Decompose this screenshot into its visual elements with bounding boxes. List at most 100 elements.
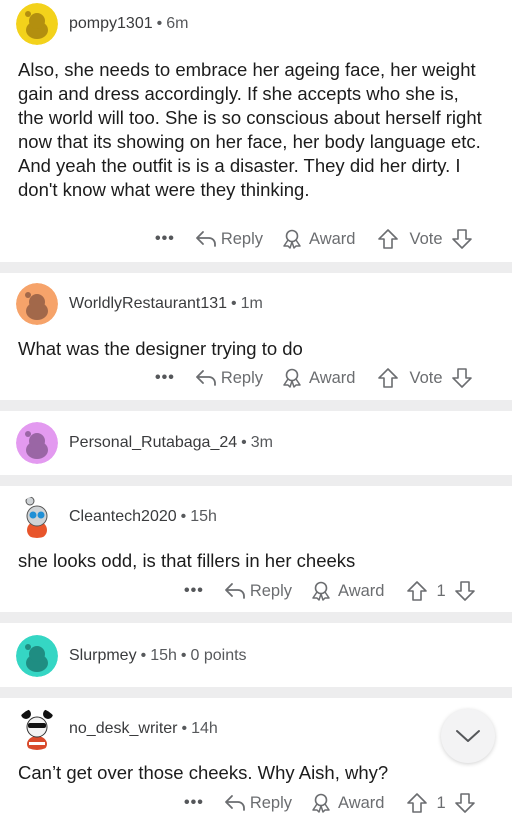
reply-label: Reply bbox=[220, 229, 263, 248]
reply-arrow-icon bbox=[195, 370, 216, 386]
comment-meta: no_desk_writer • 14h bbox=[69, 720, 218, 738]
more-options-button[interactable]: ••• bbox=[184, 582, 204, 600]
upvote-button[interactable] bbox=[406, 792, 428, 814]
downvote-arrow-icon bbox=[451, 229, 472, 249]
award-button[interactable]: Award bbox=[310, 581, 384, 601]
avatar[interactable] bbox=[16, 496, 58, 538]
scroll-down-button[interactable] bbox=[441, 709, 495, 763]
more-options-button[interactable]: ••• bbox=[155, 369, 175, 387]
comment-5-collapsed[interactable]: Slurpmey • 15h • 0 points bbox=[0, 623, 512, 687]
reply-button[interactable]: Reply bbox=[224, 794, 292, 813]
upvote-arrow-icon bbox=[378, 229, 399, 249]
downvote-button[interactable] bbox=[451, 228, 473, 250]
reply-arrow-icon bbox=[224, 583, 245, 599]
avatar[interactable] bbox=[16, 283, 58, 325]
award-button[interactable]: Award bbox=[281, 229, 355, 249]
timestamp: 15h bbox=[150, 647, 177, 664]
award-icon bbox=[312, 581, 330, 601]
downvote-button[interactable] bbox=[454, 792, 476, 814]
comment-actions: ••• Reply Award 1 bbox=[184, 788, 476, 818]
award-label: Award bbox=[338, 793, 385, 812]
timestamp: 1m bbox=[240, 295, 263, 312]
comment-3-collapsed[interactable]: Personal_Rutabaga_24 • 3m bbox=[0, 411, 512, 475]
avatar[interactable] bbox=[16, 422, 58, 464]
downvote-button[interactable] bbox=[454, 580, 476, 602]
award-button[interactable]: Award bbox=[310, 793, 384, 813]
award-label: Award bbox=[338, 581, 385, 600]
comment-4: Cleantech2020 • 15h she looks odd, is that… bbox=[0, 486, 512, 612]
avatar[interactable] bbox=[16, 708, 58, 750]
comment-1: pompy1301 • 6m Also, she needs to embrace … bbox=[0, 0, 512, 262]
comment-body: What was the designer trying to do bbox=[18, 338, 303, 359]
timestamp: 3m bbox=[250, 434, 273, 451]
comment-actions: ••• Reply Award Vote bbox=[155, 224, 473, 254]
username[interactable]: Slurpmey bbox=[69, 647, 137, 664]
award-icon bbox=[283, 368, 301, 388]
snoo-avatar-icon bbox=[16, 635, 58, 677]
comment-separator bbox=[0, 262, 512, 273]
meta-separator: • bbox=[180, 508, 187, 525]
upvote-arrow-icon bbox=[407, 581, 428, 601]
reply-arrow-icon bbox=[195, 231, 216, 247]
more-options-button[interactable]: ••• bbox=[155, 230, 175, 248]
reply-button[interactable]: Reply bbox=[195, 369, 263, 388]
comment-2: WorldlyRestaurant131 • 1m What was the des… bbox=[0, 273, 512, 400]
downvote-arrow-icon bbox=[451, 368, 472, 388]
username[interactable]: Personal_Rutabaga_24 bbox=[69, 434, 237, 451]
username[interactable]: Cleantech2020 bbox=[69, 508, 177, 525]
downvote-arrow-icon bbox=[454, 581, 475, 601]
reply-arrow-icon bbox=[224, 795, 245, 811]
meta-separator: • bbox=[180, 647, 187, 664]
comment-meta: pompy1301 • 6m bbox=[69, 15, 188, 33]
award-label: Award bbox=[309, 368, 356, 387]
more-options-button[interactable]: ••• bbox=[184, 794, 204, 812]
comment-6: no_desk_writer • 14h Can’t get over those … bbox=[0, 698, 512, 819]
downvote-arrow-icon bbox=[454, 793, 475, 813]
comment-actions: ••• Reply Award 1 bbox=[184, 576, 476, 606]
avatar[interactable] bbox=[16, 3, 58, 45]
award-label: Award bbox=[309, 229, 356, 248]
comment-separator bbox=[0, 400, 512, 411]
award-button[interactable]: Award bbox=[281, 368, 355, 388]
meta-separator: • bbox=[181, 720, 188, 737]
username[interactable]: WorldlyRestaurant131 bbox=[69, 295, 227, 312]
reply-label: Reply bbox=[249, 581, 292, 600]
comment-separator bbox=[0, 687, 512, 698]
reply-button[interactable]: Reply bbox=[195, 230, 263, 249]
points: 0 points bbox=[190, 647, 247, 664]
upvote-button[interactable] bbox=[377, 367, 399, 389]
comment-meta: Personal_Rutabaga_24 • 3m bbox=[69, 434, 273, 452]
upvote-button[interactable] bbox=[377, 228, 399, 250]
timestamp: 6m bbox=[166, 15, 189, 32]
comment-header: pompy1301 • 6m bbox=[16, 2, 188, 46]
comment-header: WorldlyRestaurant131 • 1m bbox=[16, 282, 263, 326]
upvote-button[interactable] bbox=[406, 580, 428, 602]
snoo-avatar-icon bbox=[16, 422, 58, 464]
snoo-avatar-icon bbox=[16, 708, 58, 750]
upvote-arrow-icon bbox=[378, 368, 399, 388]
username[interactable]: no_desk_writer bbox=[69, 720, 178, 737]
comment-header: Slurpmey • 15h • 0 points bbox=[16, 634, 247, 678]
award-icon bbox=[283, 229, 301, 249]
comment-body: she looks odd, is that fillers in her ch… bbox=[18, 550, 356, 571]
comment-separator bbox=[0, 612, 512, 623]
comment-actions: ••• Reply Award Vote bbox=[155, 363, 473, 393]
avatar[interactable] bbox=[16, 635, 58, 677]
reply-button[interactable]: Reply bbox=[224, 582, 292, 601]
snoo-avatar-icon bbox=[16, 3, 58, 45]
reply-label: Reply bbox=[249, 793, 292, 812]
username[interactable]: pompy1301 bbox=[69, 15, 153, 32]
meta-separator: • bbox=[140, 647, 147, 664]
vote-label: Vote bbox=[409, 229, 443, 248]
comment-header: no_desk_writer • 14h bbox=[16, 707, 218, 751]
reply-label: Reply bbox=[220, 368, 263, 387]
vote-label: Vote bbox=[409, 368, 443, 387]
timestamp: 14h bbox=[191, 720, 218, 737]
meta-separator: • bbox=[241, 434, 247, 451]
downvote-button[interactable] bbox=[451, 367, 473, 389]
comment-meta: WorldlyRestaurant131 • 1m bbox=[69, 295, 263, 313]
comment-meta: Cleantech2020 • 15h bbox=[69, 508, 217, 526]
meta-separator: • bbox=[156, 15, 163, 32]
snoo-avatar-icon bbox=[16, 496, 58, 538]
comment-body: Also, she needs to embrace her ageing fa… bbox=[18, 59, 482, 200]
